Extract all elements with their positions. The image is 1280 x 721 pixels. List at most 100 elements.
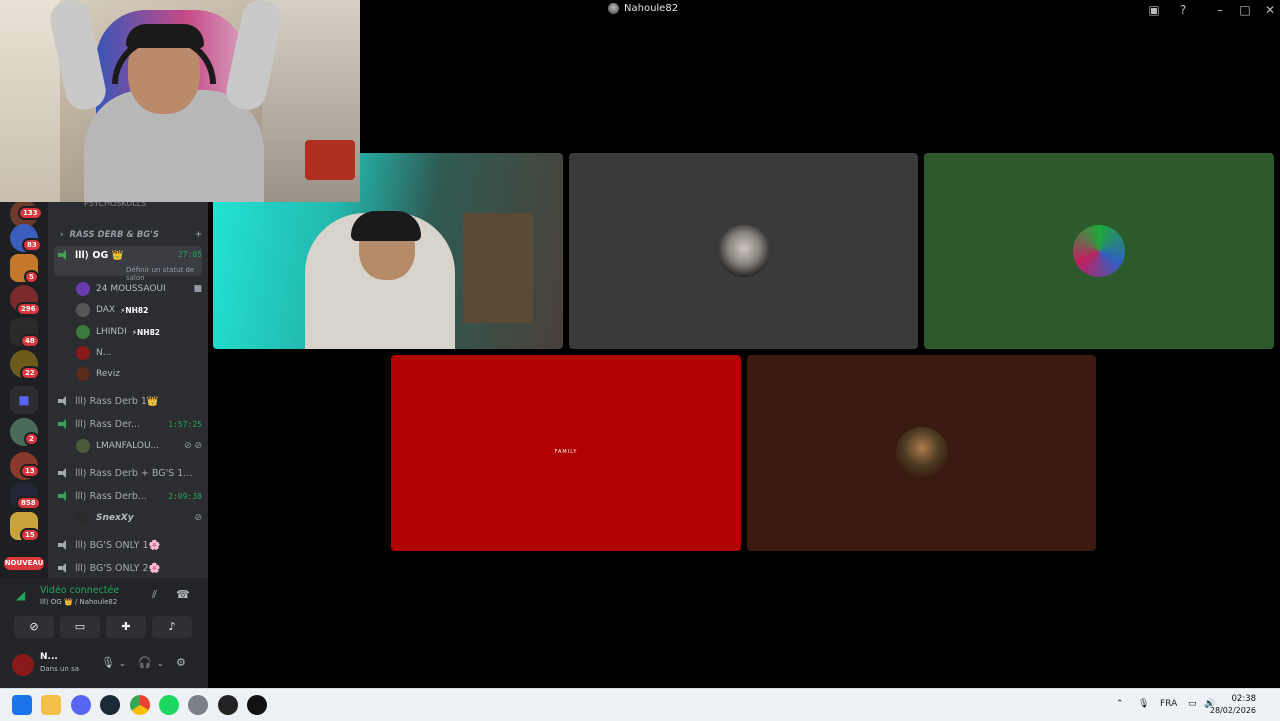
video-tile-avatar[interactable] <box>747 355 1096 551</box>
voice-channel[interactable]: lll⟩ Rass Der... 1:57:25 <box>54 414 202 434</box>
chevron-down-icon[interactable]: ⌄ <box>157 659 164 668</box>
red-object <box>305 140 355 180</box>
voice-member[interactable]: N... <box>76 343 202 363</box>
voice-member[interactable]: 24 MOUSSAOUI ■ <box>76 279 202 299</box>
voice-status[interactable]: Vidéo connectée <box>40 585 119 596</box>
microphone-icon[interactable]: 🎙 <box>101 656 115 669</box>
voice-member[interactable]: LHINDI ⚡NH82 <box>76 322 202 342</box>
avatar[interactable] <box>12 654 34 676</box>
voice-channel[interactable]: lll⟩ Rass Derb 1👑 <box>54 391 202 411</box>
speaker-icon <box>58 540 70 550</box>
channel-name: lll⟩ BG'S ONLY 2🌸 <box>75 562 161 574</box>
window-titlebar: Nahoule82 ▣ ? – □ ✕ <box>360 0 1280 22</box>
headset-icon <box>351 211 421 241</box>
headphones-icon[interactable]: 🎧 <box>138 656 152 669</box>
avatar <box>895 427 948 479</box>
voice-member[interactable]: LMANFALOU... ⊘ ⊘ <box>76 436 202 456</box>
help-icon[interactable]: ? <box>1175 3 1191 17</box>
member-name: SnexXy <box>96 513 134 523</box>
window-title-text: Nahoule82 <box>624 3 679 14</box>
member-tag: ⚡NH82 <box>131 327 161 337</box>
taskbar: ⌃ 🎙 FRA ▭ 🔊 02:38 28/02/2026 <box>0 688 1280 721</box>
network-icon[interactable]: ▭ <box>1188 699 1197 709</box>
screen-share-icon: ▭ <box>74 620 86 633</box>
member-name: LMANFALOU... <box>96 441 160 451</box>
streamer-webcam-overlay <box>0 0 360 202</box>
activities-button[interactable]: ✚ <box>106 616 146 638</box>
avatar <box>76 282 90 296</box>
server-badge: 48 <box>20 334 40 348</box>
disconnect-icon[interactable]: ☎ <box>176 588 190 601</box>
activities-icon: ✚ <box>121 620 131 633</box>
voice-live-icon <box>58 250 70 260</box>
video-tile-avatar[interactable] <box>924 153 1274 349</box>
video-icon: ■ <box>193 284 202 294</box>
voice-channel-path[interactable]: lll⟩ OG 👑 / Nahoule82 <box>40 598 117 606</box>
server-badge: 83 <box>22 238 42 252</box>
server-badge: 133 <box>18 206 43 220</box>
member-name: DAX <box>96 305 116 315</box>
voice-channel[interactable]: lll⟩ BG'S ONLY 1🌸 <box>54 535 202 555</box>
screen-share-button[interactable]: ▭ <box>60 616 100 638</box>
windows-start-icon[interactable] <box>12 695 32 715</box>
add-channel-icon[interactable]: + <box>195 230 202 240</box>
channel-timer: 27:05 <box>177 250 202 259</box>
folder-icon[interactable]: ■ <box>10 386 38 414</box>
avatar <box>76 511 90 525</box>
language-indicator[interactable]: FRA <box>1160 699 1177 709</box>
noise-suppression-icon[interactable]: ⫽ <box>152 588 157 602</box>
voice-channel[interactable]: lll⟩ Rass Derb... 2:09:38 <box>54 486 202 506</box>
server-badge: 2 <box>24 432 39 446</box>
app-icon[interactable] <box>247 695 267 715</box>
server-badge: 22 <box>20 366 40 380</box>
voice-member[interactable]: Reviz <box>76 364 202 384</box>
channel-name: lll⟩ Rass Derb... <box>75 490 147 502</box>
chrome-icon[interactable] <box>130 695 150 715</box>
maximize-button[interactable]: □ <box>1237 3 1253 17</box>
voice-member[interactable]: DAX ⚡NH82 <box>76 300 202 320</box>
voice-member[interactable]: SnexXy ⊘ <box>76 508 202 528</box>
speaker-icon <box>58 563 70 573</box>
channel-name: lll⟩ BG'S ONLY 1🌸 <box>75 539 161 551</box>
clock-date[interactable]: 28/02/2026 <box>1210 706 1256 715</box>
user-status[interactable]: Dans un sa <box>40 665 79 673</box>
close-button[interactable]: ✕ <box>1262 3 1278 17</box>
inbox-icon[interactable]: ▣ <box>1146 3 1162 17</box>
member-tag: ⚡NH82 <box>120 305 149 315</box>
voice-live-icon <box>58 491 70 501</box>
settings-icon[interactable] <box>188 695 208 715</box>
minimize-button[interactable]: – <box>1212 3 1228 17</box>
avatar <box>76 367 90 381</box>
chevron-up-icon[interactable]: ⌃ <box>1116 699 1124 709</box>
soundboard-button[interactable]: ♪ <box>152 616 192 638</box>
steam-icon[interactable] <box>100 695 120 715</box>
voice-channel[interactable]: lll⟩ Rass Derb + BG'S 1... <box>54 463 202 483</box>
new-badge: NOUVEAU <box>4 557 44 570</box>
spotify-icon[interactable] <box>159 695 179 715</box>
file-explorer-icon[interactable] <box>41 695 61 715</box>
clock-time[interactable]: 02:38 <box>1232 694 1257 704</box>
avatar: FAMILY <box>540 427 592 479</box>
category-header[interactable]: › RASS DERB & BG'S + <box>60 230 202 240</box>
user-name[interactable]: N... <box>40 652 58 662</box>
channel-name: lll⟩ Rass Derb 1👑 <box>75 395 159 407</box>
app-icon[interactable] <box>218 695 238 715</box>
muted-icon: ⊘ <box>194 513 202 523</box>
server-badge: 5 <box>24 270 39 284</box>
chevron-down-icon[interactable]: ⌄ <box>119 659 126 668</box>
voice-connection-panel: ◢ Vidéo connectée lll⟩ OG 👑 / Nahoule82 … <box>0 578 208 688</box>
category-name: RASS DERB & BG'S <box>69 230 159 240</box>
video-tile-avatar[interactable] <box>569 153 918 349</box>
avatar <box>76 325 90 339</box>
voice-channel[interactable]: lll⟩ BG'S ONLY 2🌸 <box>54 558 202 578</box>
signal-icon[interactable]: ◢ <box>16 588 25 602</box>
camera-off-button[interactable]: ⊘ <box>14 616 54 638</box>
video-tile-avatar[interactable]: FAMILY <box>391 355 741 551</box>
microphone-icon[interactable]: 🎙 <box>1138 699 1149 709</box>
server-badge: 296 <box>16 302 41 316</box>
avatar-label: FAMILY <box>554 449 578 455</box>
channel-timer: 2:09:38 <box>168 491 202 501</box>
settings-gear-icon[interactable]: ⚙ <box>176 656 186 669</box>
discord-icon[interactable] <box>71 695 91 715</box>
channel-timer: 1:57:25 <box>168 419 202 429</box>
